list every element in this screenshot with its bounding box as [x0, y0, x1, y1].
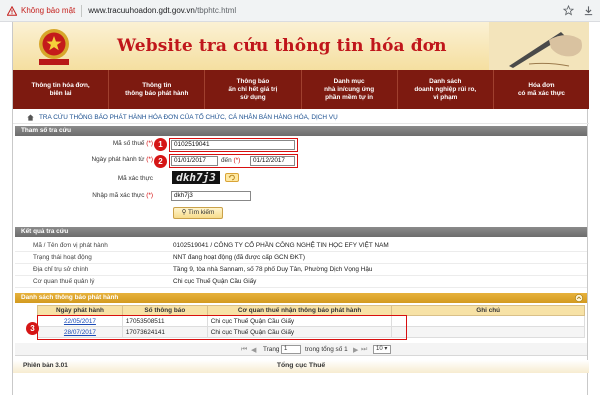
last-page-icon[interactable]: ⏭	[361, 346, 367, 354]
step-badge-3: 3	[26, 322, 39, 335]
column-header-date: Ngày phát hành	[37, 305, 123, 316]
captcha-label: Mã xác thực	[117, 175, 153, 182]
captcha-input[interactable]: dkh7j3	[171, 191, 251, 201]
captcha-input-label-text: Nhập mã xác thực	[92, 192, 145, 199]
site-frame: Website tra cứu thông tin hóa đơn Thông …	[12, 22, 589, 395]
captcha-input-label: Nhập mã xác thực (*)	[53, 192, 153, 199]
result-key: Mã / Tên đơn vị phát hành	[33, 242, 108, 249]
column-header-note: Ghi chú	[391, 305, 585, 316]
result-row: Trạng thái hoạt động NNT đang hoạt động …	[15, 252, 587, 264]
breadcrumb-text[interactable]: TRA CỨU THÔNG BÁO PHÁT HÀNH HÓA ĐƠN CỦA …	[39, 114, 338, 121]
result-value: Tầng 9, tòa nhà Sannam, số 78 phố Duy Tâ…	[173, 266, 373, 273]
tax-emblem-icon	[39, 29, 69, 65]
site-header: Website tra cứu thông tin hóa đơn	[13, 22, 589, 70]
tax-id-label: Mã số thuế (*)	[73, 140, 153, 147]
result-row: Địa chỉ trụ sở chính Tầng 9, tòa nhà San…	[15, 264, 587, 276]
star-icon[interactable]	[563, 5, 574, 16]
result-value: Chi cục Thuế Quận Cầu Giấy	[173, 278, 257, 285]
menu-invoice-info[interactable]: Thông tin hóa đơn, biên lai	[13, 70, 110, 109]
page-size-select[interactable]: 10 ▾	[373, 345, 391, 354]
search-icon: ⚲	[181, 209, 187, 216]
download-icon[interactable]	[583, 5, 594, 16]
breadcrumb: TRA CỨU THÔNG BÁO PHÁT HÀNH HÓA ĐƠN CỦA …	[13, 111, 589, 124]
first-page-icon[interactable]: ⏮	[241, 346, 247, 354]
security-label[interactable]: Không bảo mật	[21, 6, 75, 15]
url-path: /tbphtc.html	[194, 6, 237, 15]
url-field[interactable]: www.tracuuhoadon.gdt.gov.vn/tbphtc.html	[88, 6, 236, 15]
collapse-icon[interactable]	[575, 294, 583, 302]
result-key: Địa chỉ trụ sở chính	[33, 266, 89, 273]
menu-risk-enterprises[interactable]: Danh sách doanh nghiệp rủi ro, vi phạm	[398, 70, 494, 109]
notice-note	[391, 315, 585, 327]
tax-id-label-text: Mã số thuế	[112, 140, 145, 147]
menu-verified-invoice[interactable]: Hóa đơn có mã xác thực	[494, 70, 589, 109]
prev-page-icon[interactable]: ◀	[251, 346, 256, 354]
address-divider	[81, 4, 83, 17]
step-badge-2: 2	[154, 155, 167, 168]
pagination-bar: ⏮ ◀ Trang 1 trong tổng số 1 ▶ ⏭ 10 ▾	[15, 343, 587, 356]
chevron-down-icon: ▾	[384, 346, 388, 352]
params-section-header: Tham số tra cứu	[15, 126, 587, 136]
result-value: NNT đang hoạt động (đã được cấp GCN ĐKT)	[173, 254, 305, 261]
search-button-label: Tìm kiếm	[188, 209, 215, 216]
menu-printer-list[interactable]: Danh mục nhà in/cung ứng phần mềm tự in	[302, 70, 398, 109]
highlight-box-tax-id	[169, 138, 298, 152]
org-name: Tổng cục Thuế	[276, 362, 326, 369]
step-badge-1: 1	[154, 138, 167, 151]
notices-section-header: Danh sách thông báo phát hành	[15, 293, 587, 303]
result-key: Trạng thái hoạt động	[33, 254, 92, 261]
refresh-captcha-button[interactable]	[225, 173, 239, 182]
browser-address-bar: Không bảo mật www.tracuuhoadon.gdt.gov.v…	[0, 0, 600, 22]
pen-hand-illustration	[489, 22, 589, 70]
required-mark: (*)	[146, 140, 153, 147]
main-menu: Thông tin hóa đơn, biên lai Thông tin th…	[13, 70, 589, 109]
column-header-agency: Cơ quan thuế nhận thông báo phát hành	[206, 305, 393, 316]
issue-date-label: Ngày phát hành từ (*)	[63, 156, 154, 163]
page-number-input[interactable]: 1	[281, 345, 301, 354]
site-footer: Phiên bản 3.01 Tổng cục Thuế	[13, 360, 589, 373]
result-row: Mã / Tên đơn vị phát hành 0102519041 / C…	[15, 240, 587, 252]
menu-expired-notice[interactable]: Thông báo ấn chỉ hết giá trị sử dụng	[205, 70, 302, 109]
menu-issue-notice[interactable]: Thông tin thông báo phát hành	[109, 70, 206, 109]
site-title: Website tra cứu thông tin hóa đơn	[117, 36, 447, 56]
url-host: www.tracuuhoadon.gdt.gov.vn	[88, 6, 195, 15]
result-key: Cơ quan thuế quản lý	[33, 278, 95, 285]
highlight-box-notices	[37, 315, 407, 340]
captcha-image: dkh7j3	[172, 171, 220, 184]
refresh-icon	[228, 174, 235, 181]
page-total-label: trong tổng số 1	[305, 346, 348, 353]
table-header-row: Ngày phát hành Số thông báo Cơ quan thuế…	[37, 305, 585, 316]
required-mark: (*)	[146, 156, 153, 163]
page-size-value: 10	[376, 346, 383, 352]
home-icon[interactable]	[27, 113, 34, 121]
result-value: 0102519041 / CÔNG TY CỔ PHẦN CÔNG NGHỆ T…	[173, 242, 389, 249]
notice-note	[391, 326, 585, 338]
issue-date-label-text: Ngày phát hành từ	[91, 156, 145, 163]
result-section-header: Kết quả tra cứu	[15, 227, 587, 237]
page-label: Trang	[263, 346, 280, 353]
result-row: Cơ quan thuế quản lý Chi cục Thuế Quận C…	[15, 276, 587, 288]
warning-icon	[7, 5, 17, 16]
column-header-number: Số thông báo	[121, 305, 208, 316]
search-button[interactable]: ⚲ Tìm kiếm	[173, 207, 223, 219]
next-page-icon[interactable]: ▶	[353, 346, 358, 354]
required-mark: (*)	[146, 192, 153, 199]
notices-heading: Danh sách thông báo phát hành	[21, 294, 119, 301]
highlight-box-dates	[169, 154, 298, 168]
